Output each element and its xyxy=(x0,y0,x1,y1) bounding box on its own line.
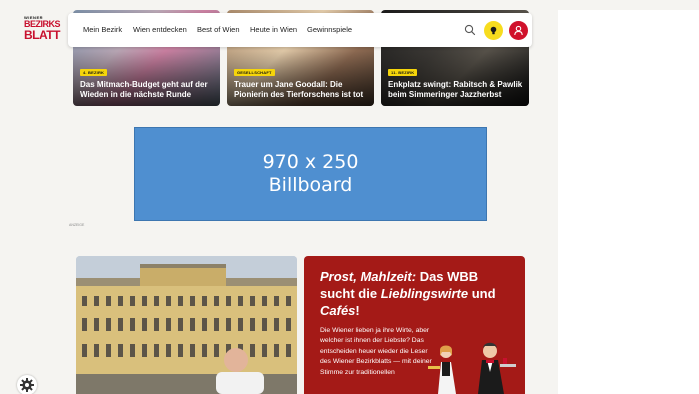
article-title[interactable]: Trauer um Jane Goodall: Die Pionierin de… xyxy=(234,80,368,100)
ad-type-label: Billboard xyxy=(268,174,353,196)
ad-label: ANZEIGE xyxy=(69,223,85,227)
palace-image xyxy=(76,256,297,394)
lightbulb-icon xyxy=(490,26,497,35)
nav-item-heute-in-wien[interactable]: Heute in Wien xyxy=(250,25,297,34)
billboard-ad[interactable]: 970 x 250 Billboard xyxy=(134,127,487,221)
nav-item-wien-entdecken[interactable]: Wien entdecken xyxy=(133,25,187,34)
site-header: WIENER BEZIRKS BLATT Mein Bezirk Wien en… xyxy=(0,12,532,49)
article-title[interactable]: Das Mitmach-Budget geht auf der Wieden i… xyxy=(80,80,214,100)
article-photo-schoenbrunn[interactable] xyxy=(76,256,297,394)
page: 4. Bezirk Das Mitmach-Budget geht auf de… xyxy=(0,0,699,394)
user-icon xyxy=(514,25,523,36)
main-navigation: Mein Bezirk Wien entdecken Best of Wien … xyxy=(68,13,532,47)
promo-lieblingswirte[interactable]: Prost, Mahlzeit: Das WBB sucht die Liebl… xyxy=(304,256,525,394)
nav-item-best-of-wien[interactable]: Best of Wien xyxy=(197,25,240,34)
category-tag: 4. Bezirk xyxy=(80,69,108,76)
waiter-illustration xyxy=(428,342,516,394)
promo-text: Die Wiener lieben ja ihre Wirte, aber we… xyxy=(320,327,432,376)
user-account-button[interactable] xyxy=(509,21,528,40)
nav-item-gewinnspiele[interactable]: Gewinnspiele xyxy=(307,25,352,34)
category-tag: Gesellschaft xyxy=(234,69,275,76)
gear-icon xyxy=(20,378,34,392)
category-tag: 11. Bezirk xyxy=(388,69,418,76)
tip-button[interactable] xyxy=(484,21,503,40)
site-logo[interactable]: WIENER BEZIRKS BLATT xyxy=(24,16,61,46)
search-icon xyxy=(464,24,476,36)
cookie-settings-button[interactable] xyxy=(17,375,37,394)
search-button[interactable] xyxy=(463,23,477,37)
article-title[interactable]: Enkplatz swingt: Rabitsch & Pawlik beim … xyxy=(388,80,523,100)
right-side-panel xyxy=(558,10,699,394)
nav-item-mein-bezirk[interactable]: Mein Bezirk xyxy=(83,25,122,34)
ad-size-label: 970 x 250 xyxy=(262,151,359,173)
promo-title[interactable]: Prost, Mahlzeit: Das WBB sucht die Liebl… xyxy=(320,268,516,319)
